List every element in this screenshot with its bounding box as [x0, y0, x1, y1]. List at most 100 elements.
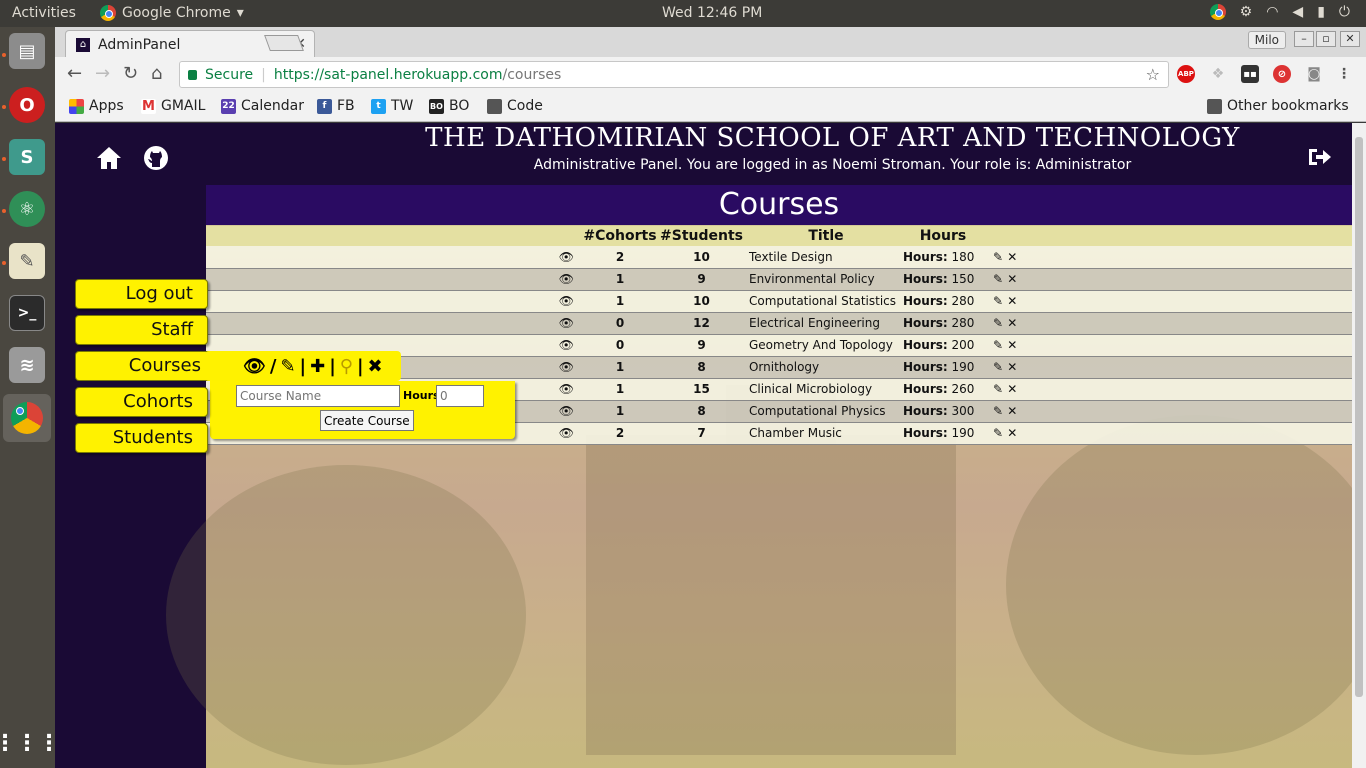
home-icon[interactable]	[95, 145, 123, 175]
close-icon[interactable]: ✖	[368, 356, 383, 377]
maximize-button[interactable]: ▫	[1316, 31, 1336, 47]
delete-icon[interactable]: ✕	[1007, 382, 1017, 396]
power-icon[interactable]: ⏻	[1339, 4, 1350, 20]
page-scrollbar[interactable]	[1352, 123, 1366, 768]
bookmark-bo[interactable]: BO BO	[429, 98, 469, 114]
opera-icon[interactable]: O	[9, 87, 45, 123]
hours-prefix: Hours:	[902, 338, 948, 352]
volume-icon[interactable]: ◀	[1292, 4, 1303, 20]
plus-icon[interactable]: ✚	[310, 356, 325, 377]
system-tray[interactable]: ⚙ ◠ ◀ ▮ ⏻	[1209, 4, 1350, 20]
battery-icon[interactable]: ▮	[1317, 4, 1325, 20]
pencil-icon[interactable]: ✎	[993, 382, 1003, 396]
back-arrow-icon[interactable]: ←	[67, 63, 82, 84]
pencil-icon[interactable]: ✎	[993, 250, 1003, 264]
url-path: /courses	[502, 66, 562, 83]
block-extension-icon[interactable]: ⊘	[1273, 65, 1291, 83]
dropbox-icon[interactable]: ❖	[1209, 65, 1227, 83]
address-bar[interactable]: Secure | https://sat-panel.herokuapp.com…	[179, 61, 1169, 88]
chrome-tray-icon[interactable]	[1209, 4, 1226, 20]
eye-icon[interactable]: 👁	[559, 294, 574, 308]
eye-icon[interactable]: 👁	[559, 272, 574, 286]
create-course-button[interactable]: Create Course	[320, 410, 414, 431]
menu-kebab-icon[interactable]: ⋮	[1335, 65, 1353, 83]
pencil-icon[interactable]: ✎	[993, 272, 1003, 286]
search-icon[interactable]: ⚲	[340, 356, 353, 377]
hours-input[interactable]	[436, 385, 484, 407]
camera-icon[interactable]: ◙	[1305, 65, 1323, 83]
delete-icon[interactable]: ✕	[1007, 360, 1017, 374]
bookmark-apps[interactable]: Apps	[69, 98, 124, 114]
view-cell: 👁	[206, 290, 580, 313]
settings-gear-icon[interactable]: ⚙	[1240, 4, 1253, 20]
eye-icon[interactable]: 👁	[559, 426, 574, 440]
pencil-icon[interactable]: ✎	[993, 426, 1003, 440]
delete-icon[interactable]: ✕	[1007, 272, 1017, 286]
adblock-icon[interactable]: ABP	[1177, 65, 1195, 83]
terminal-icon[interactable]: >_	[9, 295, 45, 331]
wifi-icon[interactable]: ◠	[1266, 4, 1278, 20]
bookmark-gmail[interactable]: M GMAIL	[141, 98, 205, 114]
database-icon[interactable]: ≋	[9, 347, 45, 383]
column-header-title: Title	[742, 226, 903, 246]
pencil-icon[interactable]: ✎	[993, 360, 1003, 374]
eye-icon[interactable]: 👁	[559, 250, 574, 264]
column-header-view	[206, 226, 580, 246]
logout-button[interactable]: Log out	[75, 279, 208, 309]
clock[interactable]: Wed 12:46 PM	[662, 5, 762, 21]
show-apps-icon[interactable]: ⋮⋮⋮	[0, 725, 60, 761]
reload-icon[interactable]: ↻	[123, 63, 138, 84]
github-icon[interactable]	[143, 145, 169, 175]
profile-button[interactable]: Milo	[1247, 31, 1286, 49]
bookmark-calendar[interactable]: 22 Calendar	[221, 98, 304, 114]
cohorts-button[interactable]: Cohorts	[75, 387, 208, 417]
pencil-icon[interactable]: ✎	[993, 316, 1003, 330]
eye-icon[interactable]: 👁	[559, 316, 574, 330]
eye-icon[interactable]: 👁	[559, 360, 574, 374]
scrollbar-thumb[interactable]	[1355, 137, 1363, 697]
course-name-input[interactable]	[236, 385, 400, 407]
hours-cell: Hours: 190	[902, 356, 983, 379]
bookmark-tw[interactable]: t TW	[371, 98, 413, 114]
chrome-launcher-icon[interactable]	[3, 394, 51, 442]
eye-icon[interactable]: 👁	[243, 356, 266, 377]
files-icon[interactable]: ▤	[9, 33, 45, 69]
actions-cell: ✎ ✕	[982, 356, 1352, 379]
close-window-button[interactable]: ✕	[1340, 31, 1360, 47]
minimize-button[interactable]: –	[1294, 31, 1314, 47]
login-status: Administrative Panel. You are logged in …	[533, 157, 1132, 173]
staff-button[interactable]: Staff	[75, 315, 208, 345]
view-cell: 👁	[206, 268, 580, 291]
delete-icon[interactable]: ✕	[1007, 338, 1017, 352]
eye-icon[interactable]: 👁	[559, 382, 574, 396]
delete-icon[interactable]: ✕	[1007, 404, 1017, 418]
extension-icon[interactable]: ▪▪	[1241, 65, 1259, 83]
eye-icon[interactable]: 👁	[559, 338, 574, 352]
delete-icon[interactable]: ✕	[1007, 316, 1017, 330]
cohorts-cell: 1	[580, 400, 660, 423]
forward-arrow-icon[interactable]: →	[95, 63, 110, 84]
pencil-icon[interactable]: ✎	[993, 404, 1003, 418]
text-editor-icon[interactable]: ✎	[9, 243, 45, 279]
atom-icon[interactable]: ⚛	[9, 191, 45, 227]
bookmark-fb[interactable]: f FB	[317, 98, 355, 114]
delete-icon[interactable]: ✕	[1007, 250, 1017, 264]
pencil-icon[interactable]: ✎	[280, 356, 295, 377]
column-header-students: #Students	[660, 226, 743, 246]
bookmark-code[interactable]: Code	[487, 98, 543, 114]
bookmark-star-icon[interactable]: ☆	[1146, 65, 1160, 84]
other-bookmarks[interactable]: Other bookmarks	[1207, 98, 1349, 114]
students-button[interactable]: Students	[75, 423, 208, 453]
activities-button[interactable]: Activities	[12, 5, 76, 21]
pencil-icon[interactable]: ✎	[993, 338, 1003, 352]
eye-icon[interactable]: 👁	[559, 404, 574, 418]
delete-icon[interactable]: ✕	[1007, 426, 1017, 440]
home-icon[interactable]: ⌂	[151, 63, 162, 84]
app-menu[interactable]: Google Chrome ▾	[100, 5, 244, 21]
delete-icon[interactable]: ✕	[1007, 294, 1017, 308]
slack-icon[interactable]: S	[9, 139, 45, 175]
courses-button[interactable]: Courses	[75, 351, 215, 381]
bookmarks-bar: Apps M GMAIL 22 Calendar f FB t TW BO BO…	[55, 92, 1366, 122]
pencil-icon[interactable]: ✎	[993, 294, 1003, 308]
new-tab-button[interactable]	[264, 35, 304, 51]
